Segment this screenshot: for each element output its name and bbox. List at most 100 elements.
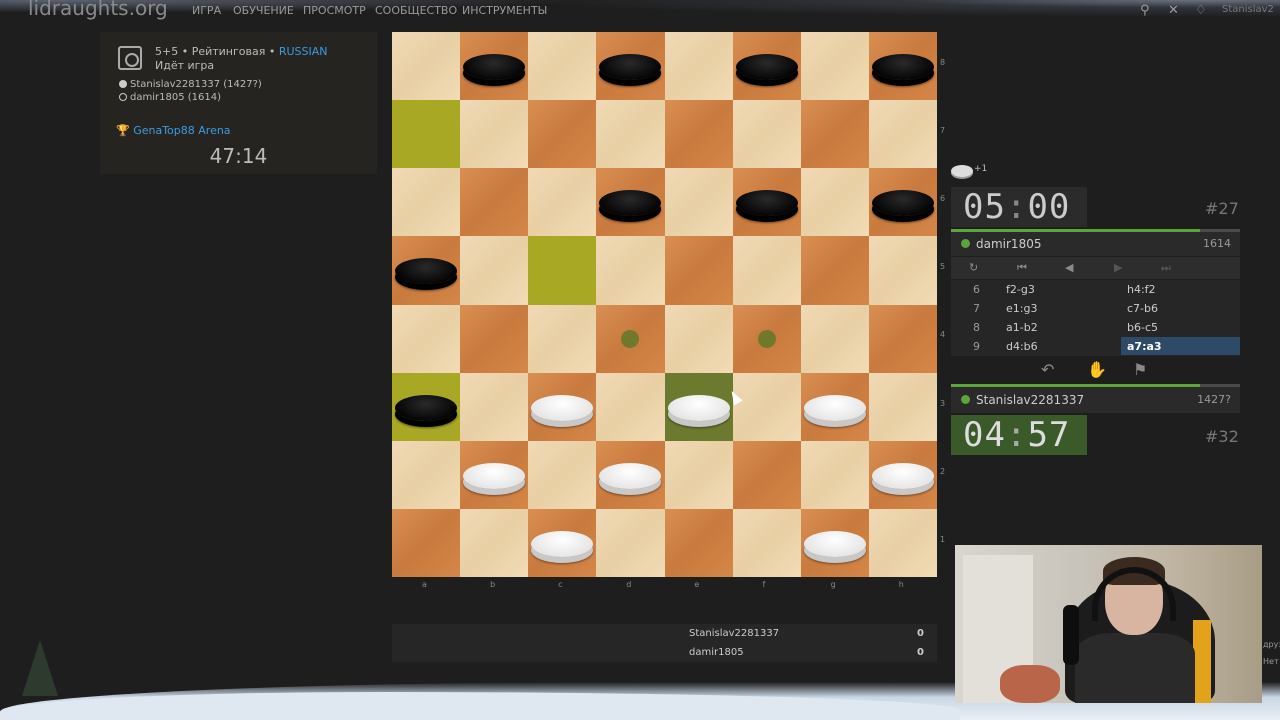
move-black[interactable]: c7-b6 bbox=[1127, 302, 1158, 315]
square-a4[interactable] bbox=[392, 304, 461, 373]
offer-draw-icon[interactable]: ✋ bbox=[1087, 360, 1107, 379]
square-b4[interactable] bbox=[460, 304, 529, 373]
search-icon[interactable]: ⚲ bbox=[1140, 3, 1150, 18]
move-black[interactable]: h4:f2 bbox=[1127, 283, 1156, 296]
black-piece-d6[interactable] bbox=[599, 190, 662, 217]
white-piece-c1[interactable] bbox=[531, 530, 594, 557]
square-a1[interactable] bbox=[392, 508, 461, 577]
site-logo[interactable]: lidraughts.org bbox=[28, 0, 168, 20]
square-f3[interactable] bbox=[732, 372, 801, 441]
arena-name[interactable]: GenaTop88 Arena bbox=[133, 124, 230, 137]
square-c3[interactable] bbox=[528, 372, 597, 441]
square-h4[interactable] bbox=[868, 304, 937, 373]
nav-learn[interactable]: ОБУЧЕНИЕ bbox=[233, 4, 294, 17]
variant-link[interactable]: RUSSIAN bbox=[279, 45, 328, 58]
square-h5[interactable] bbox=[868, 236, 937, 305]
score-opponent-name[interactable]: damir1805 bbox=[689, 647, 744, 658]
square-d5[interactable] bbox=[596, 236, 665, 305]
last-move-icon[interactable]: ⏭ bbox=[1161, 261, 1171, 275]
square-a2[interactable] bbox=[392, 440, 461, 509]
white-piece-e3[interactable] bbox=[667, 394, 730, 421]
nav-community[interactable]: СООБЩЕСТВО bbox=[375, 4, 457, 17]
black-piece-f6[interactable] bbox=[735, 190, 798, 217]
black-player-name[interactable]: damir1805 (1614) bbox=[130, 92, 221, 103]
white-piece-g3[interactable] bbox=[803, 394, 866, 421]
black-piece-f8[interactable] bbox=[735, 54, 798, 80]
square-h7[interactable] bbox=[868, 100, 937, 169]
prev-move-icon[interactable]: ◀ bbox=[1065, 261, 1073, 274]
first-move-icon[interactable]: ⏮ bbox=[1017, 261, 1027, 275]
square-h8[interactable] bbox=[868, 32, 937, 101]
square-d4[interactable] bbox=[596, 304, 665, 373]
square-e7[interactable] bbox=[664, 100, 733, 169]
square-c6[interactable] bbox=[528, 168, 597, 237]
white-piece-h2[interactable] bbox=[871, 462, 934, 489]
square-h2[interactable] bbox=[868, 440, 937, 509]
nav-tools[interactable]: ИНСТРУМЕНТЫ bbox=[462, 4, 547, 17]
square-e3[interactable] bbox=[664, 372, 733, 441]
square-d2[interactable] bbox=[596, 440, 665, 509]
black-piece-h8[interactable] bbox=[871, 54, 934, 80]
black-piece-b8[interactable] bbox=[463, 54, 526, 80]
black-piece-h6[interactable] bbox=[871, 190, 934, 217]
square-b6[interactable] bbox=[460, 168, 529, 237]
white-piece-c3[interactable] bbox=[531, 394, 594, 421]
square-f4[interactable] bbox=[732, 304, 801, 373]
white-piece-g1[interactable] bbox=[803, 530, 866, 557]
black-player[interactable]: damir1805 (1614) bbox=[119, 92, 221, 103]
square-f5[interactable] bbox=[732, 236, 801, 305]
user-menu[interactable]: Stanislav2 bbox=[1222, 4, 1274, 15]
square-d3[interactable] bbox=[596, 372, 665, 441]
flip-board-icon[interactable]: ↻ bbox=[969, 261, 978, 274]
square-f8[interactable] bbox=[732, 32, 801, 101]
move-white[interactable]: e1:g3 bbox=[1006, 302, 1037, 315]
square-h6[interactable] bbox=[868, 168, 937, 237]
square-c2[interactable] bbox=[528, 440, 597, 509]
resign-flag-icon[interactable]: ⚑ bbox=[1133, 360, 1147, 379]
nav-play[interactable]: ИГРА bbox=[192, 4, 221, 17]
black-piece-a3[interactable] bbox=[395, 394, 457, 421]
player-name[interactable]: Stanislav2281337 bbox=[976, 393, 1084, 407]
square-b7[interactable] bbox=[460, 100, 529, 169]
square-a6[interactable] bbox=[392, 168, 461, 237]
square-e2[interactable] bbox=[664, 440, 733, 509]
square-f7[interactable] bbox=[732, 100, 801, 169]
arena-link[interactable]: 🏆 GenaTop88 Arena bbox=[116, 124, 231, 137]
square-b8[interactable] bbox=[460, 32, 529, 101]
white-player[interactable]: Stanislav2281337 (1427?) bbox=[119, 79, 262, 90]
move-black[interactable]: a7:a3 bbox=[1121, 337, 1240, 355]
square-g3[interactable] bbox=[800, 372, 869, 441]
square-a3[interactable] bbox=[392, 372, 461, 441]
square-b5[interactable] bbox=[460, 236, 529, 305]
score-player-name[interactable]: Stanislav2281337 bbox=[689, 628, 779, 639]
square-e4[interactable] bbox=[664, 304, 733, 373]
black-piece-a5[interactable] bbox=[395, 258, 457, 285]
square-g1[interactable] bbox=[800, 508, 869, 577]
square-d6[interactable] bbox=[596, 168, 665, 237]
square-a5[interactable] bbox=[392, 236, 461, 305]
next-move-icon[interactable]: ▶ bbox=[1114, 261, 1122, 274]
square-a8[interactable] bbox=[392, 32, 461, 101]
square-f6[interactable] bbox=[732, 168, 801, 237]
square-a7[interactable] bbox=[392, 100, 461, 169]
square-g7[interactable] bbox=[800, 100, 869, 169]
move-destination-dot-d4[interactable] bbox=[621, 329, 640, 348]
move-destination-dot-f4[interactable] bbox=[757, 329, 776, 348]
square-c5[interactable] bbox=[528, 236, 597, 305]
move-white[interactable]: a1-b2 bbox=[1006, 321, 1038, 334]
square-e1[interactable] bbox=[664, 508, 733, 577]
square-h1[interactable] bbox=[868, 508, 937, 577]
nav-watch[interactable]: ПРОСМОТР bbox=[303, 4, 366, 17]
square-b3[interactable] bbox=[460, 372, 529, 441]
square-g6[interactable] bbox=[800, 168, 869, 237]
square-b2[interactable] bbox=[460, 440, 529, 509]
square-c7[interactable] bbox=[528, 100, 597, 169]
square-g5[interactable] bbox=[800, 236, 869, 305]
square-f1[interactable] bbox=[732, 508, 801, 577]
move-white[interactable]: f2-g3 bbox=[1006, 283, 1035, 296]
move-black[interactable]: b6-c5 bbox=[1127, 321, 1158, 334]
opponent-name[interactable]: damir1805 bbox=[976, 237, 1041, 251]
draughts-board[interactable] bbox=[392, 32, 937, 577]
square-h3[interactable] bbox=[868, 372, 937, 441]
square-g8[interactable] bbox=[800, 32, 869, 101]
